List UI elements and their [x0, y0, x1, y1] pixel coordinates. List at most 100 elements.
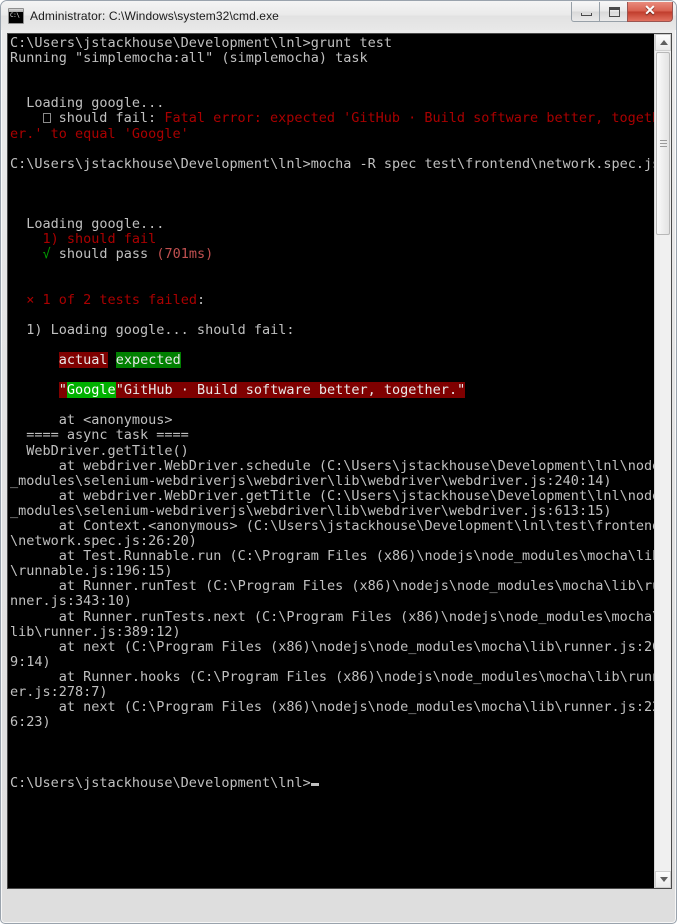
window-title: Administrator: C:\Windows\system32\cmd.e…: [30, 8, 279, 23]
terminal-text: WebDriver.getTitle(): [10, 442, 189, 459]
terminal-line: WebDriver.getTitle(): [10, 442, 654, 459]
terminal-text: at next (C:\Program Files (x86)\nodejs\n…: [10, 638, 654, 655]
scrollbar-thumb[interactable]: [656, 52, 670, 235]
close-button[interactable]: ✕: [627, 1, 673, 22]
terminal-text: 1) should fail: [10, 231, 157, 248]
terminal-text: nner.js:343:10): [10, 593, 132, 610]
terminal-line: er.js:278:7): [10, 684, 654, 701]
maximize-button[interactable]: [599, 1, 628, 22]
terminal-text: at Context.<anonymous> (C:\Users\jstackh…: [10, 518, 654, 534]
terminal-text: _modules\selenium-webdriverjs\webdriver\…: [10, 502, 612, 519]
minimize-button[interactable]: [571, 1, 600, 22]
scroll-down-arrow-icon: [660, 877, 668, 882]
minimize-icon: [581, 12, 592, 16]
terminal-output: C:\Users\jstackhouse\Development\lnl>gru…: [10, 35, 654, 791]
terminal-line: 1) Loading google... should fail:: [10, 321, 654, 338]
terminal-text: at webdriver.WebDriver.getTitle (C:\User…: [10, 487, 654, 504]
terminal-line: actual expected: [10, 351, 654, 368]
cmd-console-icon: [8, 7, 24, 24]
terminal-text: 1) Loading google... should fail:: [10, 321, 295, 338]
terminal-text: :: [196, 291, 206, 308]
terminal-line: ==== async task ====: [10, 428, 654, 443]
terminal-text: ": [58, 382, 67, 399]
terminal-text: lib\runner.js:389:12): [10, 623, 181, 640]
terminal-line: \network.spec.js:26:20): [10, 534, 654, 549]
scroll-up-button[interactable]: [655, 34, 671, 51]
terminal-text: Fatal error: expected 'GitHub · Build so…: [164, 110, 654, 127]
console-screen[interactable]: C:\Users\jstackhouse\Development\lnl>gru…: [8, 34, 654, 888]
console-client-area: C:\Users\jstackhouse\Development\lnl>gru…: [7, 33, 672, 889]
terminal-text: C:\Users\jstackhouse\Development\lnl>moc…: [10, 155, 654, 172]
terminal-text: \network.spec.js:26:20): [10, 533, 197, 550]
maximize-icon: [609, 6, 620, 17]
terminal-line: er.' to equal 'Google': [10, 126, 654, 142]
console-scrollbar[interactable]: [654, 34, 671, 888]
terminal-text: C:\Users\jstackhouse\Development\lnl>gru…: [10, 35, 393, 51]
terminal-text: at next (C:\Program Files (x86)\nodejs\n…: [10, 699, 654, 716]
terminal-text: C:\Users\jstackhouse\Development\lnl>: [10, 774, 311, 791]
terminal-text: er.js:278:7): [10, 684, 108, 701]
terminal-line: lib\runner.js:389:12): [10, 623, 654, 640]
terminal-line: "Google"GitHub · Build software better, …: [10, 382, 654, 399]
scrollbar-grip-icon: [660, 139, 667, 148]
terminal-text: Running "simplemocha:all" (simplemocha) …: [10, 50, 368, 67]
terminal-line: nner.js:343:10): [10, 594, 654, 609]
terminal-text: at webdriver.WebDriver.schedule (C:\User…: [10, 457, 654, 474]
terminal-line: × 1 of 2 tests failed:: [10, 291, 654, 308]
terminal-text: 9:14): [10, 653, 51, 670]
terminal-line: at Runner.hooks (C:\Program Files (x86)\…: [10, 669, 654, 685]
terminal-line: at Runner.runTest (C:\Program Files (x86…: [10, 579, 654, 594]
terminal-text: ==== async task ====: [10, 427, 189, 444]
terminal-line: 6:23): [10, 715, 654, 730]
terminal-line: C:\Users\jstackhouse\Development\lnl>moc…: [10, 155, 654, 172]
scroll-up-arrow-icon: [660, 40, 668, 45]
terminal-text: should fail:: [50, 110, 165, 127]
terminal-text: at <anonymous>: [10, 412, 173, 429]
scroll-down-button[interactable]: [655, 871, 671, 888]
terminal-line: at Test.Runnable.run (C:\Program Files (…: [10, 549, 654, 564]
terminal-line: _modules\selenium-webdriverjs\webdriver\…: [10, 502, 654, 519]
terminal-line: C:\Users\jstackhouse\Development\lnl>gru…: [10, 35, 654, 51]
terminal-text: Loading google...: [10, 95, 165, 112]
terminal-line: at webdriver.WebDriver.schedule (C:\User…: [10, 457, 654, 474]
terminal-line: at next (C:\Program Files (x86)\nodejs\n…: [10, 700, 654, 715]
terminal-line: at Runner.runTests.next (C:\Program File…: [10, 609, 654, 625]
terminal-text: should pass: [50, 246, 157, 263]
terminal-line: C:\Users\jstackhouse\Development\lnl>: [10, 774, 654, 791]
terminal-line: should fail: Fatal error: expected 'GitH…: [10, 111, 654, 126]
terminal-line: at <anonymous>: [10, 413, 654, 428]
window-controls: ✕: [571, 1, 676, 31]
terminal-text: _modules\selenium-webdriverjs\webdriver\…: [10, 472, 612, 489]
terminal-text: at Runner.runTest (C:\Program Files (x86…: [10, 578, 654, 595]
terminal-line: 1) should fail: [10, 232, 654, 247]
terminal-text: actual: [58, 351, 108, 368]
terminal-line: at next (C:\Program Files (x86)\nodejs\n…: [10, 638, 654, 655]
terminal-text: at Test.Runnable.run (C:\Program Files (…: [10, 548, 654, 565]
terminal-cursor: [310, 782, 319, 786]
terminal-line: Running "simplemocha:all" (simplemocha) …: [10, 51, 654, 66]
terminal-line: Loading google...: [10, 96, 654, 111]
terminal-line: at webdriver.WebDriver.getTitle (C:\User…: [10, 487, 654, 504]
terminal-text: Google: [66, 382, 116, 399]
window-titlebar[interactable]: Administrator: C:\Windows\system32\cmd.e…: [1, 1, 676, 30]
terminal-line: Loading google...: [10, 217, 654, 232]
terminal-line: √ should pass (701ms): [10, 247, 654, 262]
close-icon: ✕: [644, 3, 656, 19]
cmd-window: Administrator: C:\Windows\system32\cmd.e…: [0, 0, 677, 924]
